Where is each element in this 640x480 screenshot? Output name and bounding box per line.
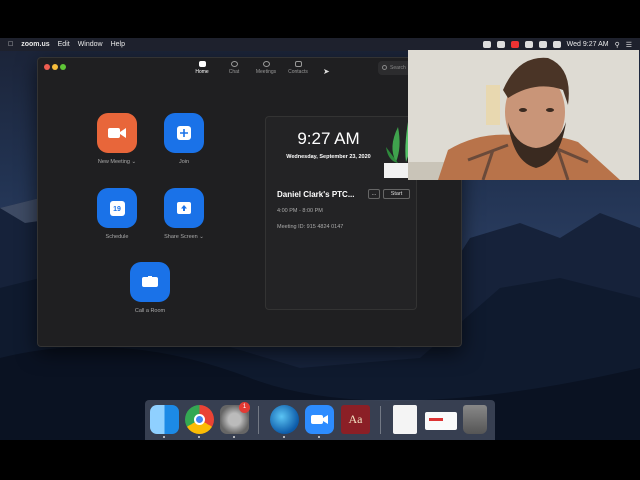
chrome-center: [194, 414, 205, 425]
join-label: Join: [178, 159, 190, 165]
tab-chat[interactable]: Chat: [219, 61, 249, 75]
upcoming-meeting-card: 9:27 AM Wednesday, September 23, 2020 Da…: [265, 116, 417, 310]
screen:  zoom.us Edit Window Help Wed 9:27 AM ⚲…: [0, 0, 640, 480]
status-area: Wed 9:27 AM ⚲ ☰: [482, 41, 640, 49]
zoom-status-icon[interactable]: [496, 41, 505, 48]
home-icon: [198, 61, 206, 67]
tab-home[interactable]: Home: [187, 61, 217, 75]
current-time: 9:27 AM: [297, 129, 360, 148]
tab-chat-label: Chat: [228, 69, 240, 75]
close-button[interactable]: [44, 64, 50, 70]
start-meeting-button[interactable]: Start: [383, 189, 410, 199]
schedule-button[interactable]: 19: [97, 188, 137, 228]
chat-icon: [230, 61, 238, 67]
document-icon[interactable]: [393, 405, 417, 434]
record-icon[interactable]: [482, 41, 491, 48]
dictionary-icon[interactable]: Aa: [341, 405, 370, 434]
app-status-icon[interactable]: [510, 41, 519, 48]
menu-clock[interactable]: Wed 9:27 AM: [567, 41, 609, 48]
wifi-icon[interactable]: [538, 41, 547, 48]
title-bar: Home Chat Meetings Contacts ➤ Search: [38, 58, 461, 80]
call-room-button[interactable]: [130, 262, 170, 302]
apple-icon[interactable]: : [8, 41, 13, 48]
search-placeholder: Search: [390, 65, 406, 71]
meeting-id: Meeting ID: 915 4824 0147: [277, 224, 344, 230]
trash-icon[interactable]: [463, 405, 487, 434]
running-indicator: [283, 436, 285, 438]
menu-help[interactable]: Help: [111, 41, 125, 48]
call-room-label: Call a Room: [134, 308, 166, 314]
schedule-label: Schedule: [105, 234, 129, 240]
meeting-title: Daniel Clark's PTC...: [277, 190, 355, 199]
dock: 1 Aa: [145, 400, 495, 440]
running-indicator: [318, 436, 320, 438]
zoom-button[interactable]: [60, 64, 66, 70]
current-date: Wednesday, September 23, 2020: [286, 154, 371, 160]
minimize-button[interactable]: [52, 64, 58, 70]
menu-edit[interactable]: Edit: [58, 41, 70, 48]
video-camera-icon: [311, 415, 328, 424]
share-arrow-icon: [177, 202, 191, 214]
calendar-icon: 19: [109, 200, 125, 216]
mouse-cursor-icon: ➤: [323, 67, 330, 76]
display-icon[interactable]: [524, 41, 533, 48]
video-camera-icon: [108, 128, 126, 138]
battery-icon[interactable]: [552, 41, 561, 48]
finder-icon[interactable]: [150, 405, 179, 434]
running-indicator: [233, 436, 235, 438]
menu-window[interactable]: Window: [78, 41, 103, 48]
join-button[interactable]: [164, 113, 204, 153]
contacts-icon: [294, 61, 302, 67]
dock-divider: [258, 406, 259, 434]
new-meeting-button[interactable]: [97, 113, 137, 153]
notification-badge: 1: [239, 402, 250, 413]
edge-icon[interactable]: [270, 405, 299, 434]
webcam-feed: [408, 50, 639, 180]
person-video: [408, 50, 639, 180]
share-screen-button[interactable]: [164, 188, 204, 228]
tab-meetings[interactable]: Meetings: [251, 61, 281, 75]
running-indicator: [163, 436, 165, 438]
new-meeting-label: New Meeting ⌄: [97, 159, 137, 165]
dock-divider: [380, 406, 381, 434]
preview-icon[interactable]: [425, 412, 457, 430]
zoom-window: Home Chat Meetings Contacts ➤ Search New…: [37, 57, 462, 347]
tab-home-label: Home: [195, 69, 209, 75]
preview-stripe: [429, 418, 443, 421]
more-options-button[interactable]: ...: [368, 189, 380, 199]
search-icon: [382, 65, 387, 70]
tab-contacts-label: Contacts: [288, 69, 308, 75]
running-indicator: [198, 436, 200, 438]
tab-meetings-label: Meetings: [255, 69, 277, 75]
notification-center-icon[interactable]: ☰: [626, 41, 632, 49]
zoom-icon[interactable]: [305, 405, 334, 434]
share-screen-label: Share Screen ⌄: [164, 234, 204, 240]
clock-icon: [262, 61, 270, 67]
meeting-time: 4:00 PM - 8:00 PM: [277, 208, 323, 214]
spotlight-icon[interactable]: ⚲: [615, 41, 620, 49]
tab-contacts[interactable]: Contacts: [283, 61, 313, 75]
plus-icon: [177, 126, 191, 140]
chrome-icon[interactable]: [185, 405, 214, 434]
card-header: 9:27 AM Wednesday, September 23, 2020: [266, 117, 416, 178]
menu-app-name[interactable]: zoom.us: [21, 41, 49, 48]
monitor-icon: [142, 276, 158, 287]
